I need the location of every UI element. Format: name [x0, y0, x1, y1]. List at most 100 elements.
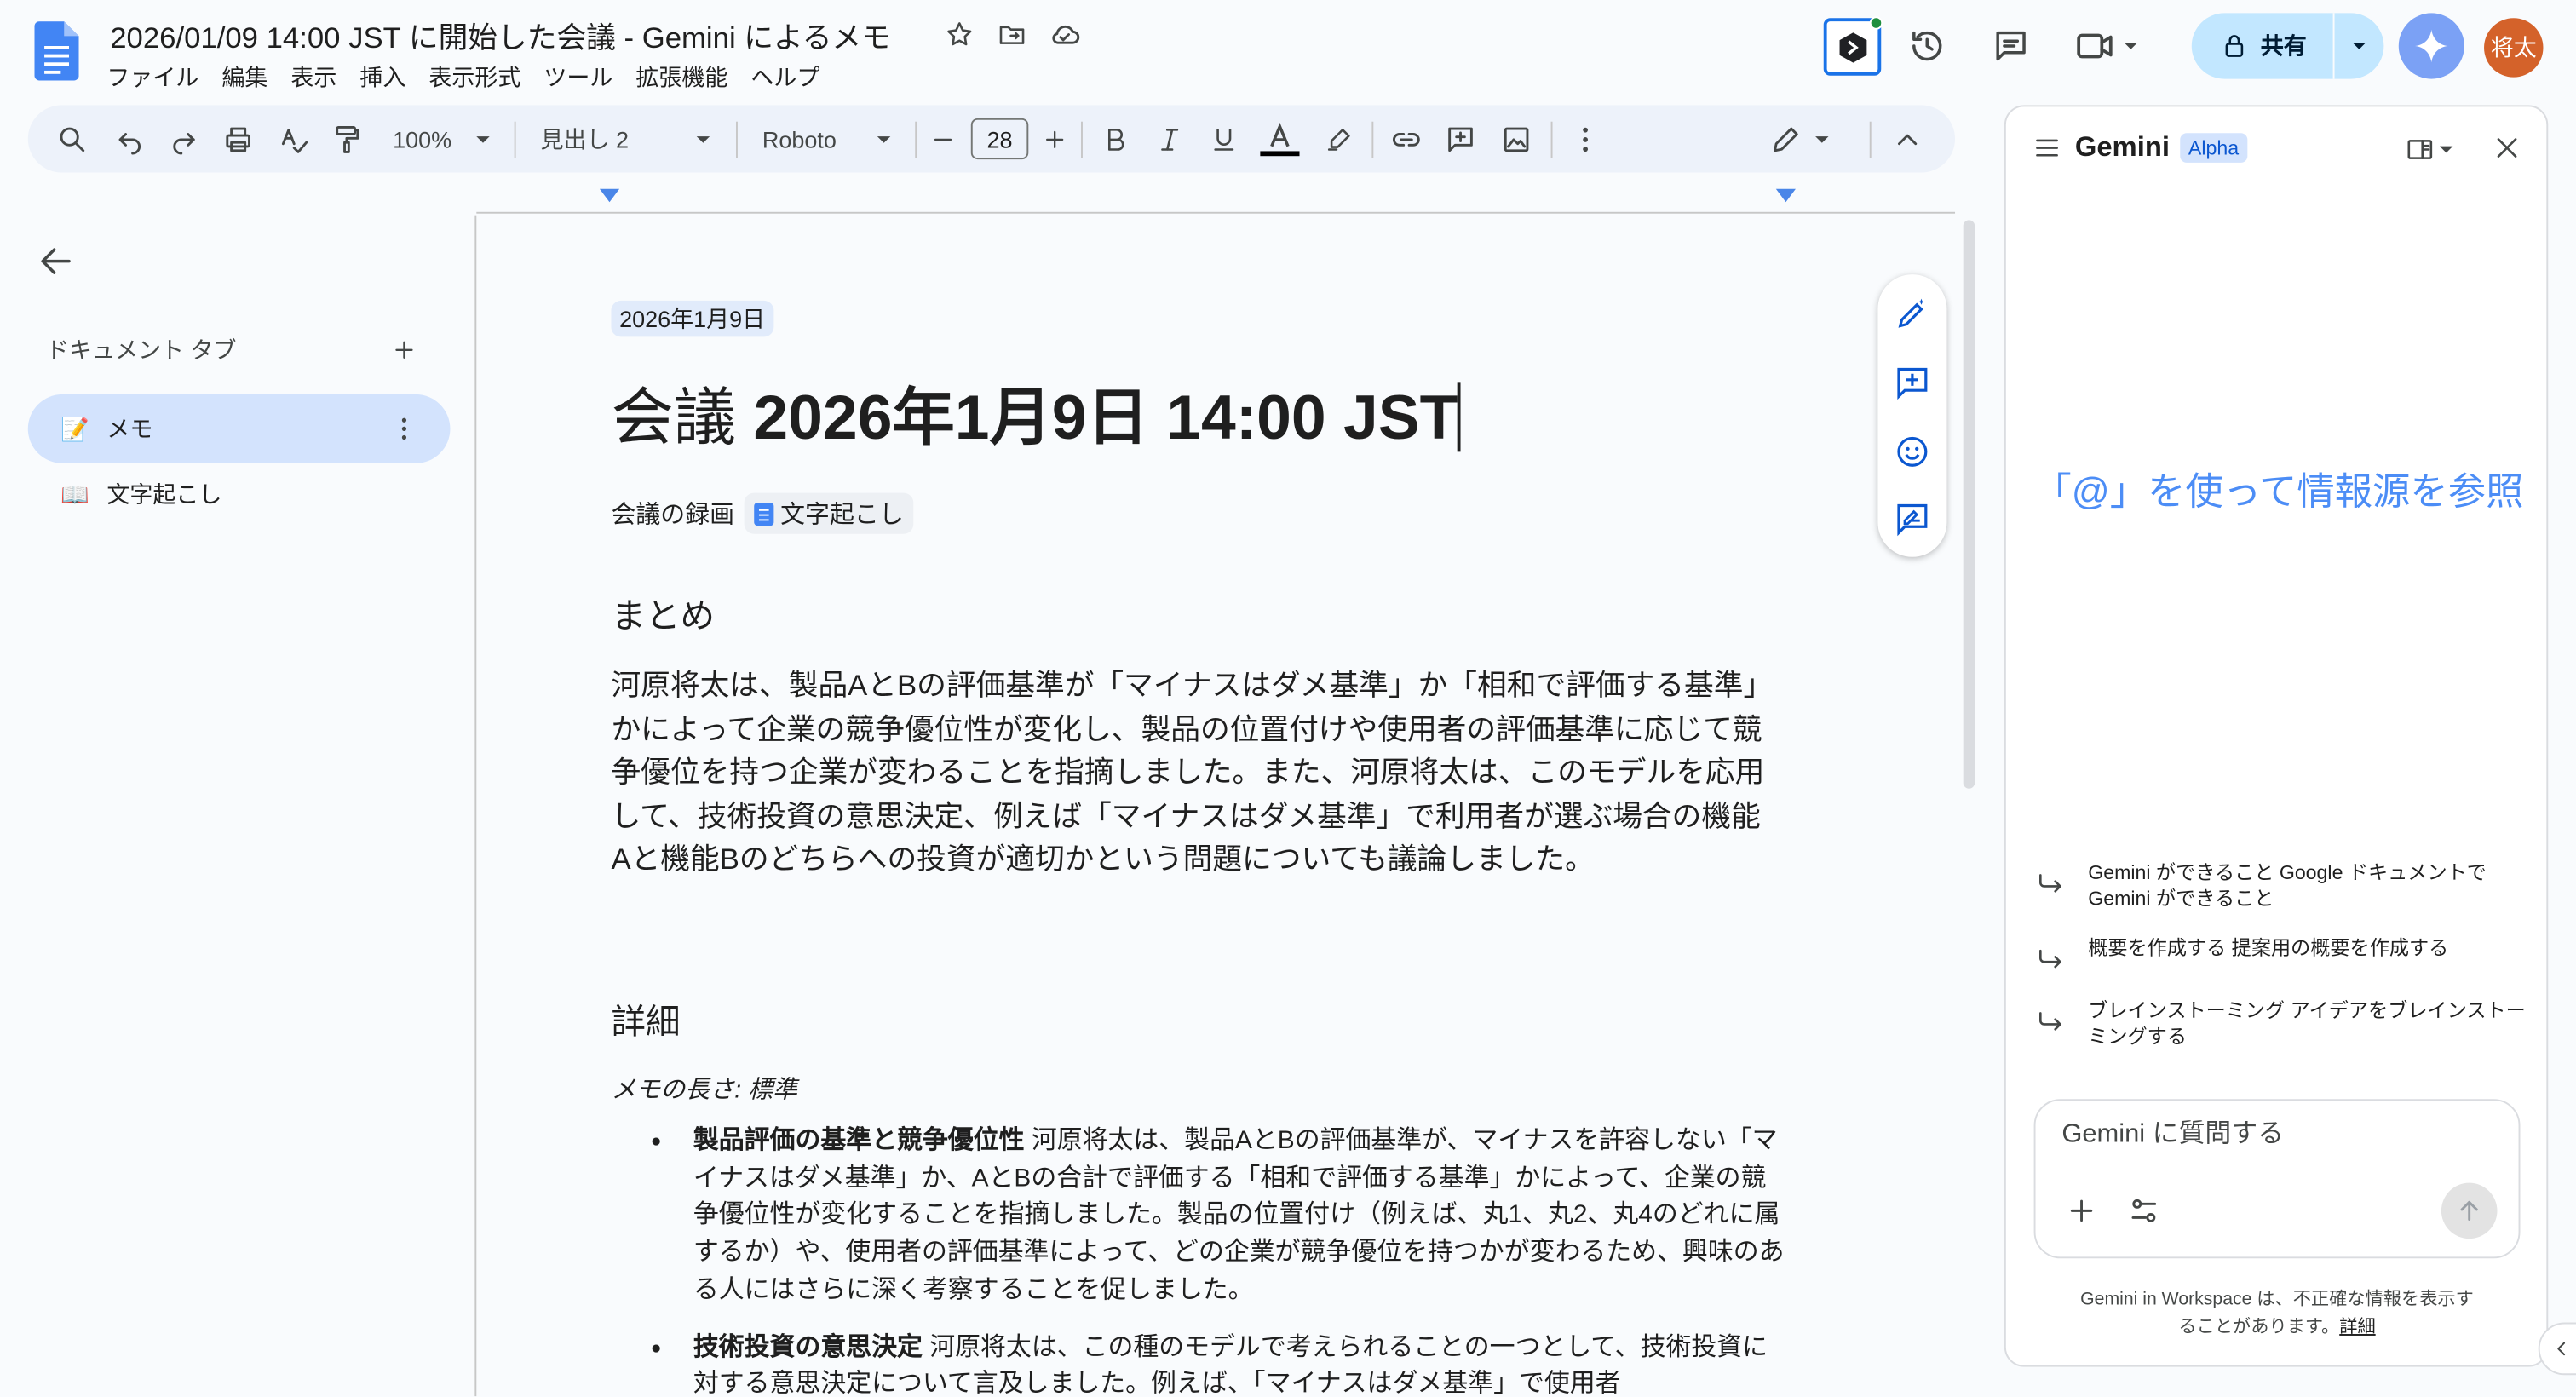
paint-format-button[interactable]: [331, 105, 364, 172]
search-menus-button[interactable]: [56, 105, 89, 172]
left-indent-marker[interactable]: [599, 188, 620, 203]
insert-link-button[interactable]: [1390, 105, 1423, 172]
toolbar-divider: [1081, 121, 1083, 158]
gemini-button[interactable]: [2398, 13, 2464, 79]
meet-button[interactable]: [2073, 20, 2169, 72]
style-dropdown[interactable]: [693, 105, 713, 172]
chevron-down-icon: [1815, 135, 1829, 142]
video-camera-icon: [2077, 33, 2113, 59]
star-icon[interactable]: [943, 18, 976, 51]
add-emoji-reaction-button[interactable]: [1895, 434, 1930, 469]
arrow-turn-right-icon: [2039, 949, 2061, 969]
list-item: 製品評価の基準と競争優位性 河原将太は、製品AとBの評価基準が、マイナスを許容し…: [611, 1124, 1787, 1310]
document-heading[interactable]: 会議 2026年1月9日 14:00 JST: [611, 366, 1462, 457]
redo-icon: [173, 132, 195, 154]
zoom-select[interactable]: 100%: [388, 105, 457, 172]
decrease-font-size-button[interactable]: [930, 105, 957, 172]
menu-edit[interactable]: 編集: [210, 59, 279, 95]
share-button[interactable]: 共有: [2191, 13, 2384, 79]
menu-insert[interactable]: 挿入: [348, 59, 417, 95]
plus-icon: [1046, 129, 1064, 148]
increase-font-size-button[interactable]: [1042, 105, 1068, 172]
comments-button[interactable]: [1985, 20, 2038, 72]
chevron-left-icon: [2557, 1342, 2566, 1356]
zoom-dropdown[interactable]: [473, 105, 492, 172]
docs-logo-icon[interactable]: [34, 21, 79, 81]
version-history-button[interactable]: [1900, 20, 1953, 72]
tools-button[interactable]: [2128, 1194, 2161, 1227]
underline-button[interactable]: [1209, 105, 1239, 172]
style-select[interactable]: 見出し 2: [541, 105, 640, 172]
more-options-button[interactable]: [1569, 105, 1602, 172]
document-title[interactable]: 2026/01/09 14:00 JST に開始した会議 - Gemini によ…: [110, 14, 891, 57]
close-icon: [2497, 138, 2517, 158]
pencil-sparkle-icon: [1898, 298, 1925, 328]
gemini-prompt-input[interactable]: [2061, 1120, 2457, 1151]
suggestion-item[interactable]: ブレインストーミング アイデアをブレインストーミングする: [2036, 997, 2529, 1050]
print-icon: [226, 126, 250, 152]
undo-button[interactable]: [113, 105, 147, 172]
memo-emoji-icon: 📝: [60, 414, 89, 441]
dock-panel-icon: [2407, 140, 2433, 159]
menu-help[interactable]: ヘルプ: [739, 59, 831, 95]
menu-format[interactable]: 表示形式: [417, 59, 532, 95]
transcript-chip[interactable]: 文字起こし: [744, 492, 914, 534]
gemini-side-panel: Gemini Alpha 「@」を使って情報源を参照 Gemini ができること…: [2004, 105, 2549, 1367]
menu-tools[interactable]: ツール: [532, 59, 624, 95]
tab-more-button[interactable]: [388, 412, 421, 446]
font-select[interactable]: Roboto: [762, 105, 848, 172]
extension-button[interactable]: [1823, 16, 1883, 76]
add-source-button[interactable]: [2065, 1194, 2098, 1227]
insert-image-button[interactable]: [1500, 105, 1533, 172]
tab-memo[interactable]: 📝 メモ: [27, 394, 451, 463]
close-panel-button[interactable]: [2493, 133, 2522, 163]
memo-length: メモの長さ: 標準: [611, 1076, 798, 1105]
editing-mode-dropdown[interactable]: [1812, 105, 1831, 172]
tab-transcript[interactable]: 📖 文字起こし: [28, 460, 451, 529]
panel-layout-button[interactable]: [2405, 133, 2464, 166]
editing-mode-button[interactable]: [1769, 105, 1803, 172]
send-button[interactable]: [2441, 1182, 2498, 1239]
alpha-badge: Alpha: [2180, 133, 2247, 163]
menu-file[interactable]: ファイル: [95, 59, 210, 95]
comment-icon: [1996, 31, 2026, 61]
menu-extensions[interactable]: 拡張機能: [624, 59, 739, 95]
text-color-button[interactable]: [1260, 105, 1300, 172]
hide-menus-button[interactable]: [1891, 105, 1924, 172]
spellcheck-button[interactable]: [278, 105, 311, 172]
document-tabs-label: ドキュメント タブ: [46, 336, 237, 364]
move-folder-icon[interactable]: [996, 18, 1029, 51]
add-comment-icon: [1448, 126, 1473, 152]
suggestion-item[interactable]: Gemini ができること Google ドキュメントで Gemini ができる…: [2036, 859, 2529, 912]
print-button[interactable]: [221, 105, 255, 172]
font-size-input[interactable]: 28: [970, 118, 1029, 160]
toolbar-divider: [736, 121, 738, 158]
share-dropdown[interactable]: [2335, 37, 2384, 54]
document-scrollbar[interactable]: [1963, 220, 1975, 789]
bold-button[interactable]: [1101, 105, 1130, 172]
highlight-color-button[interactable]: [1324, 105, 1354, 172]
cloud-status-icon[interactable]: [1048, 18, 1081, 51]
paint-format-icon: [336, 125, 359, 152]
date-chip[interactable]: 2026年1月9日: [611, 300, 773, 337]
gemini-menu-button[interactable]: [2033, 133, 2062, 163]
chevron-down-icon: [476, 135, 490, 142]
document-canvas[interactable]: 2026年1月9日 会議 2026年1月9日 14:00 JST 会議の録画 文…: [478, 215, 1956, 1397]
suggestion-item[interactable]: 概要を作成する 提案用の概要を作成する: [2036, 934, 2529, 974]
emoji-icon: [1897, 436, 1928, 467]
details-link[interactable]: 詳細: [2339, 1318, 2375, 1337]
back-button[interactable]: [36, 242, 75, 281]
share-main[interactable]: 共有: [2192, 13, 2333, 78]
font-dropdown[interactable]: [874, 105, 894, 172]
right-indent-marker[interactable]: [1775, 188, 1796, 203]
add-comment-button[interactable]: [1444, 105, 1477, 172]
menu-view[interactable]: 表示: [279, 59, 348, 95]
avatar[interactable]: 将太: [2484, 18, 2544, 78]
help-me-write-button[interactable]: [1895, 296, 1930, 331]
add-tab-button[interactable]: [388, 334, 421, 367]
redo-button[interactable]: [168, 105, 201, 172]
search-icon: [60, 126, 85, 152]
italic-button[interactable]: [1155, 105, 1185, 172]
add-comment-button[interactable]: [1895, 365, 1930, 400]
suggest-edits-button[interactable]: [1895, 501, 1930, 537]
